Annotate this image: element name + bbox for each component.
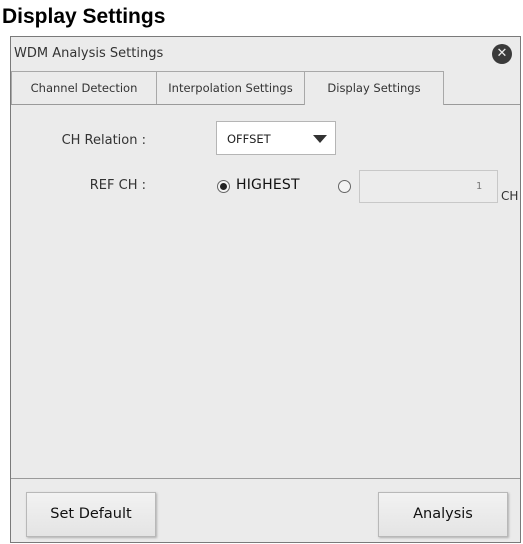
page-heading: Display Settings [2, 5, 166, 28]
tab-display-settings[interactable]: Display Settings [304, 71, 444, 105]
ref-ch-number-input[interactable]: 1 [359, 170, 498, 203]
ref-ch-highest-label: HIGHEST [236, 177, 300, 193]
ref-ch-label: REF CH : [89, 178, 146, 193]
ref-ch-highest-radio[interactable] [217, 180, 230, 193]
dialog-title: WDM Analysis Settings [14, 46, 164, 61]
tab-interpolation-settings[interactable]: Interpolation Settings [156, 71, 305, 104]
ch-relation-label: CH Relation : [61, 133, 146, 148]
dialog-title-bar: WDM Analysis Settings ✕ [11, 37, 520, 71]
wdm-analysis-settings-dialog: WDM Analysis Settings ✕ Channel Detectio… [10, 36, 521, 543]
footer-divider [11, 478, 520, 479]
set-default-button[interactable]: Set Default [26, 492, 156, 537]
dropdown-arrow-icon [313, 135, 327, 143]
ch-relation-dropdown[interactable]: OFFSET [216, 121, 336, 155]
close-icon[interactable]: ✕ [492, 44, 512, 64]
ref-ch-custom-radio[interactable] [338, 180, 351, 193]
ch-relation-selected-value: OFFSET [227, 132, 271, 146]
analysis-button[interactable]: Analysis [378, 492, 508, 537]
ref-ch-unit-label: CH [501, 189, 519, 203]
tab-channel-detection[interactable]: Channel Detection [11, 71, 157, 104]
